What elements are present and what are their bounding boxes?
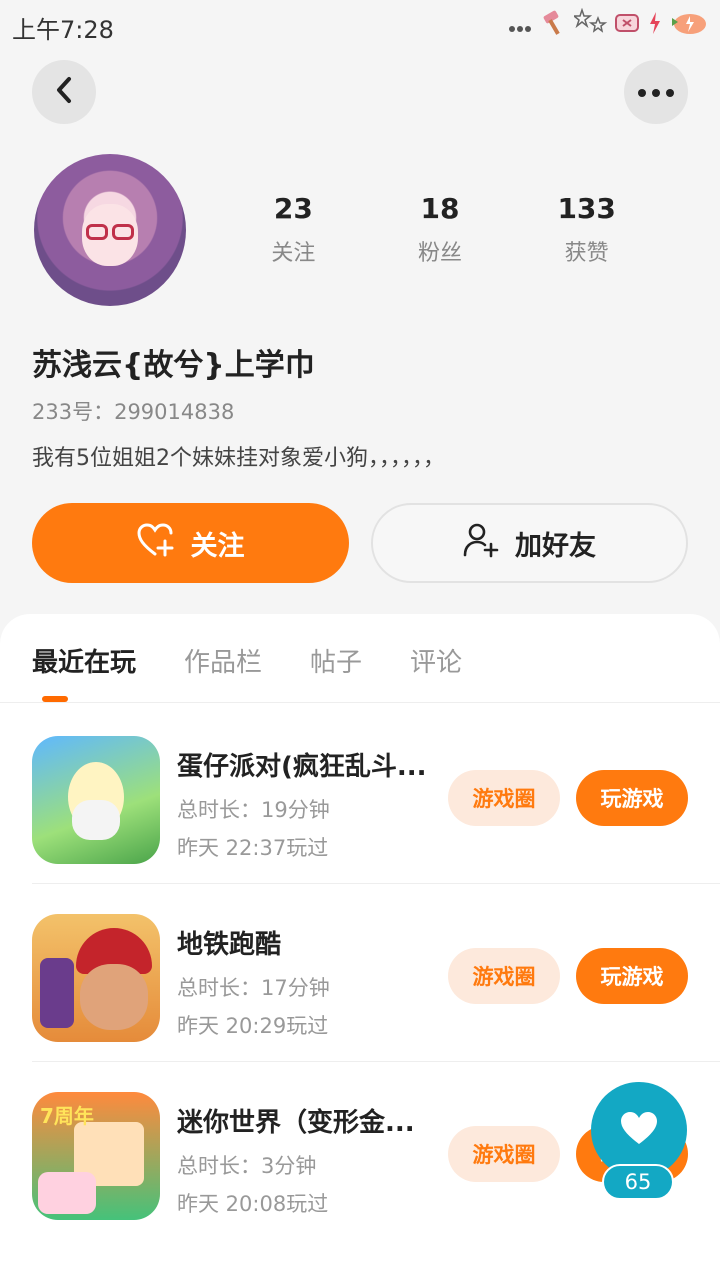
profile-stats: 23 关注 18 粉丝 133 获赞: [220, 192, 660, 267]
game-duration: 总时长：3分钟: [177, 1154, 317, 1178]
tab-works[interactable]: 作品栏: [184, 642, 262, 679]
game-last-played: 昨天 22:37玩过: [177, 836, 329, 860]
eggy-party-icon[interactable]: [32, 736, 160, 864]
game-list-item[interactable]: 蛋仔派对(疯狂乱斗... 总时长：19分钟 昨天 22:37玩过 游戏圈 玩游戏: [32, 706, 720, 884]
tab-recent-play[interactable]: 最近在玩: [32, 642, 136, 679]
stat-label: 获赞: [564, 241, 609, 266]
game-title: 迷你世界（变形金...: [177, 1108, 415, 1138]
game-circle-button[interactable]: 游戏圈: [448, 948, 560, 1004]
tab-bar: 最近在玩 作品栏 帖子 评论: [32, 642, 462, 679]
hammer-icon: [538, 9, 568, 43]
stars-icon: [571, 7, 608, 44]
stat-value: 18: [420, 192, 460, 225]
stat-value: 23: [273, 192, 313, 225]
stat-label: 关注: [271, 241, 316, 266]
like-count: 65: [602, 1164, 674, 1200]
back-button[interactable]: [32, 60, 96, 124]
charging-icon: [648, 12, 662, 40]
stat-fans[interactable]: 18 粉丝: [367, 192, 514, 267]
play-game-button[interactable]: 玩游戏: [576, 948, 688, 1004]
follow-label: 关注: [190, 530, 245, 562]
add-friend-label: 加好友: [515, 530, 596, 562]
follow-button[interactable]: 关注: [32, 503, 349, 583]
user-id: 233号：299014838: [32, 400, 235, 424]
game-circle-button[interactable]: 游戏圈: [448, 770, 560, 826]
chevron-left-icon: [53, 75, 75, 109]
game-duration: 总时长：17分钟: [177, 976, 330, 1000]
anniversary-badge: 7周年: [40, 1104, 94, 1128]
game-circle-button[interactable]: 游戏圈: [448, 1126, 560, 1182]
tab-divider: [0, 702, 720, 703]
add-friend-button[interactable]: 加好友: [371, 503, 688, 583]
status-icons: [508, 7, 708, 44]
signal-dots-icon: [508, 14, 532, 39]
strawberry-icon: [668, 10, 708, 42]
stat-following[interactable]: 23 关注: [220, 192, 367, 267]
subway-surfers-icon[interactable]: [32, 914, 160, 1042]
status-bar: 上午7:28: [0, 0, 720, 50]
game-title: 蛋仔派对(疯狂乱斗...: [177, 752, 427, 782]
heart-icon: [619, 1110, 659, 1150]
more-dots-icon: [637, 83, 675, 102]
stat-likes[interactable]: 133 获赞: [513, 192, 660, 267]
user-name: 苏浅云{故兮}上学巾: [32, 348, 315, 383]
more-button[interactable]: [624, 60, 688, 124]
stat-value: 133: [557, 192, 616, 225]
battery-icon: [614, 12, 642, 40]
game-duration: 总时长：19分钟: [177, 798, 330, 822]
play-game-button[interactable]: 玩游戏: [576, 770, 688, 826]
tab-posts[interactable]: 帖子: [310, 642, 362, 679]
status-time: 上午7:28: [12, 16, 114, 44]
avatar[interactable]: [34, 154, 186, 306]
game-list-item[interactable]: 地铁跑酷 总时长：17分钟 昨天 20:29玩过 游戏圈 玩游戏: [32, 884, 720, 1062]
game-title: 地铁跑酷: [177, 930, 282, 960]
user-plus-icon: [463, 522, 499, 565]
tab-comments[interactable]: 评论: [410, 642, 462, 679]
game-last-played: 昨天 20:08玩过: [177, 1192, 329, 1216]
game-last-played: 昨天 20:29玩过: [177, 1014, 329, 1038]
mini-world-icon[interactable]: 7周年: [32, 1092, 160, 1220]
stat-label: 粉丝: [418, 241, 463, 266]
user-bio: 我有5位姐姐2个妹妹挂对象爱小狗，，，，，，: [32, 446, 445, 471]
heart-plus-icon: [136, 522, 175, 564]
